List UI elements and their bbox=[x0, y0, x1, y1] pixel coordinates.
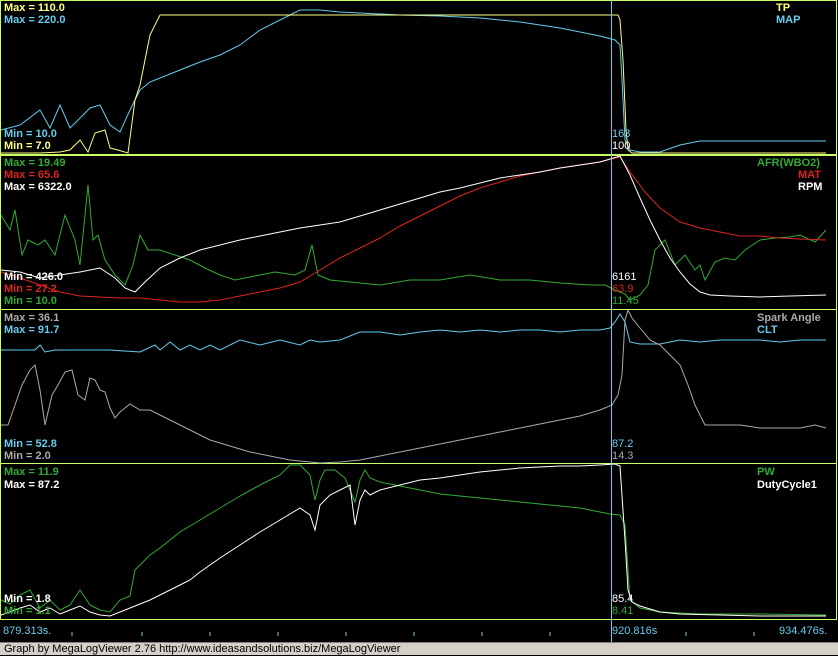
panel-4-name-duty: DutyCycle1 bbox=[757, 479, 817, 491]
panel-1-readout-map: 163 bbox=[612, 128, 630, 140]
panel-4-max-pw: Max = 11.9 bbox=[4, 466, 59, 478]
panel-3-readout-clt: 87.2 bbox=[612, 438, 633, 450]
panel-4-name-pw: PW bbox=[757, 466, 775, 478]
panel-3-max-clt: Max = 91.7 bbox=[4, 324, 59, 336]
time-cursor: 920.816s bbox=[612, 625, 658, 637]
panel-3-name-spark: Spark Angle bbox=[757, 312, 821, 324]
panel-1-min-tp: Min = 7.0 bbox=[4, 140, 51, 152]
footer-credit: Graph by MegaLogViewer 2.76 http://www.i… bbox=[0, 642, 838, 655]
panel-2-max-mat: Max = 65.6 bbox=[4, 169, 59, 181]
panel-2-readout-afr: 11.45 bbox=[612, 295, 639, 307]
panel-3-name-clt: CLT bbox=[757, 324, 778, 336]
panel-1-max-map: Max = 220.0 bbox=[4, 14, 65, 26]
panel-1-name-tp: TP bbox=[776, 2, 790, 14]
log-graph-canvas[interactable]: Max = 110.0 Max = 220.0 Min = 10.0 Min =… bbox=[0, 0, 838, 642]
megalogviewer-graph[interactable]: Max = 110.0 Max = 220.0 Min = 10.0 Min =… bbox=[0, 0, 838, 655]
panel-2-name-afr: AFR(WBO2) bbox=[757, 157, 820, 169]
panel-2-max-afr: Max = 19.49 bbox=[4, 157, 65, 169]
panel-2-min-afr: Min = 10.0 bbox=[4, 295, 57, 307]
panel-4-readout-duty: 85.4 bbox=[612, 593, 633, 605]
time-end: 934.476s. bbox=[779, 625, 827, 637]
panel-3-max-spark: Max = 36.1 bbox=[4, 312, 59, 324]
panel-2-readout-rpm: 6161 bbox=[612, 271, 636, 283]
panel-2-name-rpm: RPM bbox=[798, 181, 822, 193]
panel-1-min-map: Min = 10.0 bbox=[4, 128, 57, 140]
panel-1-name-map: MAP bbox=[776, 14, 800, 26]
panel-4-readout-pw: 8.41 bbox=[612, 605, 633, 617]
panel-2-min-mat: Min = 27.2 bbox=[4, 283, 57, 295]
panel-4-max-duty: Max = 87.2 bbox=[4, 479, 59, 491]
panel-4-min-duty: Min = 1.8 bbox=[4, 593, 51, 605]
panel-3-min-clt: Min = 52.8 bbox=[4, 438, 57, 450]
panel-4-min-pw: Min = 1.1 bbox=[4, 605, 51, 617]
panel-1-readout-tp: 100 bbox=[612, 140, 630, 152]
panel-3-readout-spark: 14.3 bbox=[612, 450, 633, 462]
panel-2-readout-mat: 63.9 bbox=[612, 283, 633, 295]
panel-2-name-mat: MAT bbox=[798, 169, 821, 181]
panel-1-max-tp: Max = 110.0 bbox=[4, 2, 65, 14]
panel-2-max-rpm: Max = 6322.0 bbox=[4, 181, 72, 193]
panel-3-min-spark: Min = 2.0 bbox=[4, 450, 51, 462]
panel-2-min-rpm: Min = 426.0 bbox=[4, 271, 63, 283]
time-start: 879.313s. bbox=[3, 625, 51, 637]
